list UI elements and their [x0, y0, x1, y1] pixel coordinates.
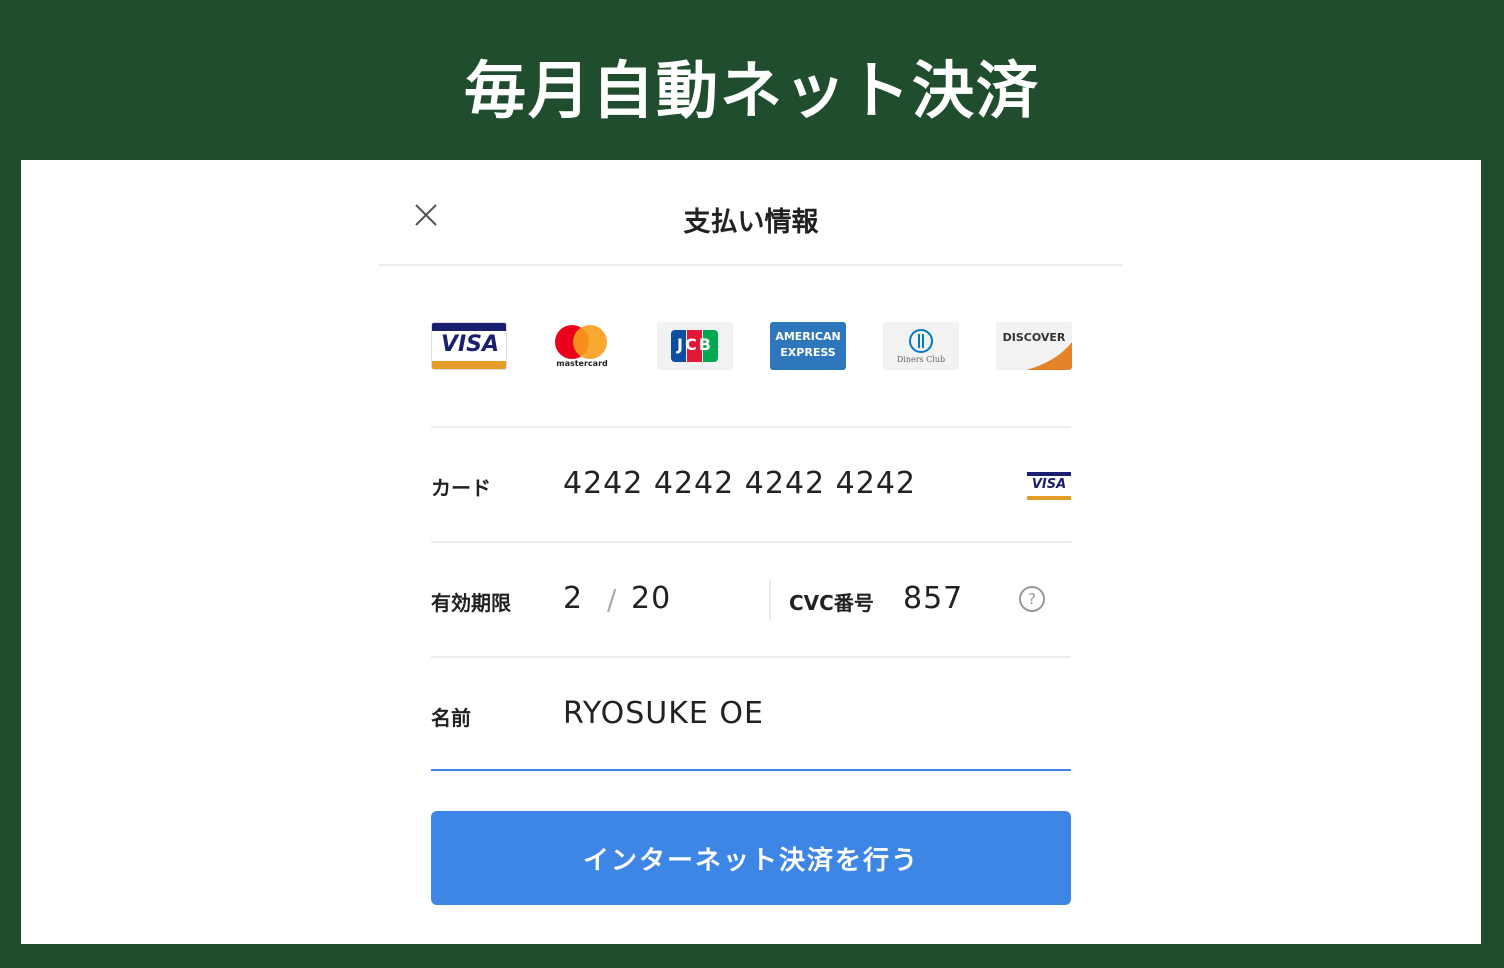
- expiry-separator: /: [607, 583, 617, 616]
- name-row[interactable]: 名前 RYOSUKE OE: [431, 656, 1071, 771]
- diners-club-logo: Diners Club: [883, 322, 959, 370]
- jcb-logo: JCB: [657, 322, 733, 370]
- name-label: 名前: [431, 706, 471, 730]
- banner-frame: 毎月自動ネット決済 支払い情報 VISA mastercard JCB AMER…: [0, 0, 1504, 968]
- card-number-label: カード: [431, 476, 491, 500]
- help-icon[interactable]: ?: [1019, 586, 1045, 612]
- banner-title: 毎月自動ネット決済: [463, 54, 1040, 127]
- cvc-input[interactable]: 857: [903, 581, 963, 616]
- mastercard-logo: mastercard: [544, 322, 620, 370]
- modal-header: 支払い情報: [379, 160, 1123, 266]
- card-number-input[interactable]: 4242 4242 4242 4242: [563, 466, 916, 501]
- payment-modal: 支払い情報 VISA mastercard JCB AMERICAN EXPRE…: [379, 160, 1123, 944]
- visa-logo: VISA: [431, 322, 507, 370]
- submit-payment-button[interactable]: インターネット決済を行う: [431, 811, 1071, 905]
- visa-badge-text: VISA: [1031, 477, 1067, 492]
- discover-logo-text: DISCOVER: [1002, 331, 1066, 344]
- visa-badge-icon: VISA: [1027, 472, 1071, 500]
- name-input[interactable]: RYOSUKE OE: [563, 696, 764, 731]
- card-number-row[interactable]: カード 4242 4242 4242 4242 VISA: [431, 426, 1071, 541]
- help-icon-glyph: ?: [1028, 590, 1036, 608]
- payment-panel: 支払い情報 VISA mastercard JCB AMERICAN EXPRE…: [21, 160, 1481, 944]
- amex-logo: AMERICAN EXPRESS: [770, 322, 846, 370]
- expiry-year-input[interactable]: 20: [631, 581, 671, 616]
- field-divider: [769, 579, 771, 621]
- cvc-label: CVC番号: [789, 591, 874, 615]
- expiry-label: 有効期限: [431, 591, 511, 615]
- discover-logo: DISCOVER: [996, 322, 1072, 370]
- visa-logo-text: VISA: [440, 332, 500, 357]
- modal-title: 支払い情報: [683, 207, 819, 238]
- expiry-month-input[interactable]: 2: [563, 581, 583, 616]
- amex-logo-text: AMERICAN EXPRESS: [775, 330, 841, 359]
- jcb-logo-text: JCB: [677, 335, 713, 354]
- mastercard-logo-text: mastercard: [556, 359, 608, 368]
- diners-club-logo-text: Diners Club: [896, 355, 946, 364]
- expiry-cvc-row: 有効期限 2 / 20 CVC番号 857 ?: [431, 541, 1071, 656]
- card-brand-list: VISA mastercard JCB AMERICAN EXPRESS Din…: [431, 322, 1072, 370]
